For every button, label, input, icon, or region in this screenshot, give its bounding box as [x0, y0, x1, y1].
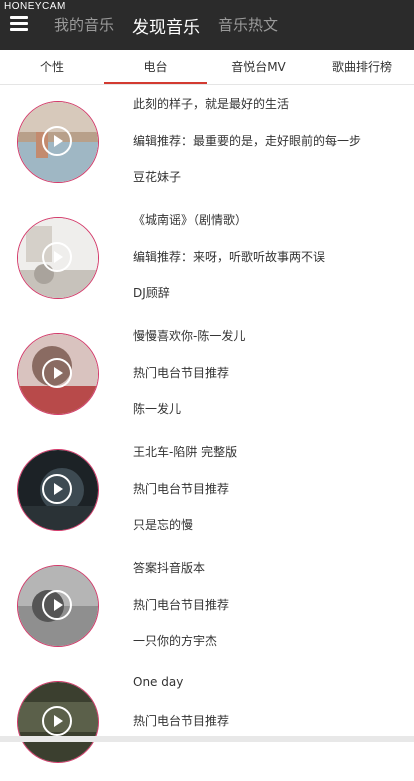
item-description: 热门电台节目推荐: [133, 598, 230, 612]
list-item[interactable]: 慢慢喜欢你-陈一发儿 热门电台节目推荐 陈一发儿: [0, 317, 414, 433]
item-title[interactable]: 此刻的样子，就是最好的生活: [133, 95, 289, 112]
radio-thumbnail[interactable]: [17, 101, 99, 183]
play-icon[interactable]: [42, 126, 72, 156]
nav-my-music[interactable]: 我的音乐: [54, 14, 114, 38]
item-author[interactable]: 只是忘的慢: [133, 516, 193, 533]
tab-personal[interactable]: 个性: [0, 50, 104, 84]
play-icon[interactable]: [42, 358, 72, 388]
radio-thumbnail[interactable]: [17, 681, 99, 763]
list-item[interactable]: 《城南谣》（剧情歌） 编辑推荐：来呀，听歌听故事两不误 DJ顾辞: [0, 201, 414, 317]
list-item[interactable]: One day 热门电台节目推荐: [0, 665, 414, 781]
item-title[interactable]: One day: [133, 675, 183, 689]
play-icon[interactable]: [42, 706, 72, 736]
item-description: 热门电台节目推荐: [133, 482, 230, 496]
item-title[interactable]: 王北车-陷阱 完整版: [133, 443, 237, 460]
horizontal-scrollbar[interactable]: [0, 736, 414, 742]
tab-radio[interactable]: 电台: [104, 50, 207, 84]
list-item[interactable]: 此刻的样子，就是最好的生活 编辑推荐：最重要的是，走好眼前的每一步 豆花妹子: [0, 85, 414, 201]
top-bar: HONEYCAM 我的音乐 发现音乐 音乐热文: [0, 0, 414, 50]
item-description: 编辑推荐：来呀，听歌听故事两不误: [133, 250, 326, 264]
play-icon[interactable]: [42, 474, 72, 504]
radio-thumbnail[interactable]: [17, 217, 99, 299]
item-description: 热门电台节目推荐: [133, 714, 230, 728]
item-title[interactable]: 《城南谣》（剧情歌）: [133, 211, 247, 228]
list-item[interactable]: 王北车-陷阱 完整版 热门电台节目推荐 只是忘的慢: [0, 433, 414, 549]
radio-thumbnail[interactable]: [17, 565, 99, 647]
item-description: 编辑推荐：最重要的是，走好眼前的每一步: [133, 134, 362, 148]
item-author[interactable]: 一只你的方宇杰: [133, 632, 217, 649]
play-icon[interactable]: [42, 242, 72, 272]
tab-yinyuetai-mv[interactable]: 音悦台MV: [207, 50, 310, 84]
tab-bar: 个性 电台 音悦台MV 歌曲排行榜: [0, 50, 414, 85]
radio-thumbnail[interactable]: [17, 333, 99, 415]
nav-discover-music[interactable]: 发现音乐: [132, 13, 200, 38]
item-description: 热门电台节目推荐: [133, 366, 230, 380]
menu-icon[interactable]: [10, 16, 28, 32]
item-author[interactable]: DJ顾辞: [133, 284, 170, 301]
play-icon[interactable]: [42, 590, 72, 620]
watermark-label: HONEYCAM: [4, 1, 66, 12]
list-item[interactable]: 答案抖音版本 热门电台节目推荐 一只你的方宇杰: [0, 549, 414, 665]
tab-song-charts[interactable]: 歌曲排行榜: [310, 50, 414, 84]
item-author[interactable]: 陈一发儿: [133, 400, 181, 417]
nav-music-articles[interactable]: 音乐热文: [218, 14, 278, 38]
item-title[interactable]: 慢慢喜欢你-陈一发儿: [133, 327, 245, 344]
radio-thumbnail[interactable]: [17, 449, 99, 531]
item-title[interactable]: 答案抖音版本: [133, 559, 205, 576]
item-author[interactable]: 豆花妹子: [133, 168, 181, 185]
